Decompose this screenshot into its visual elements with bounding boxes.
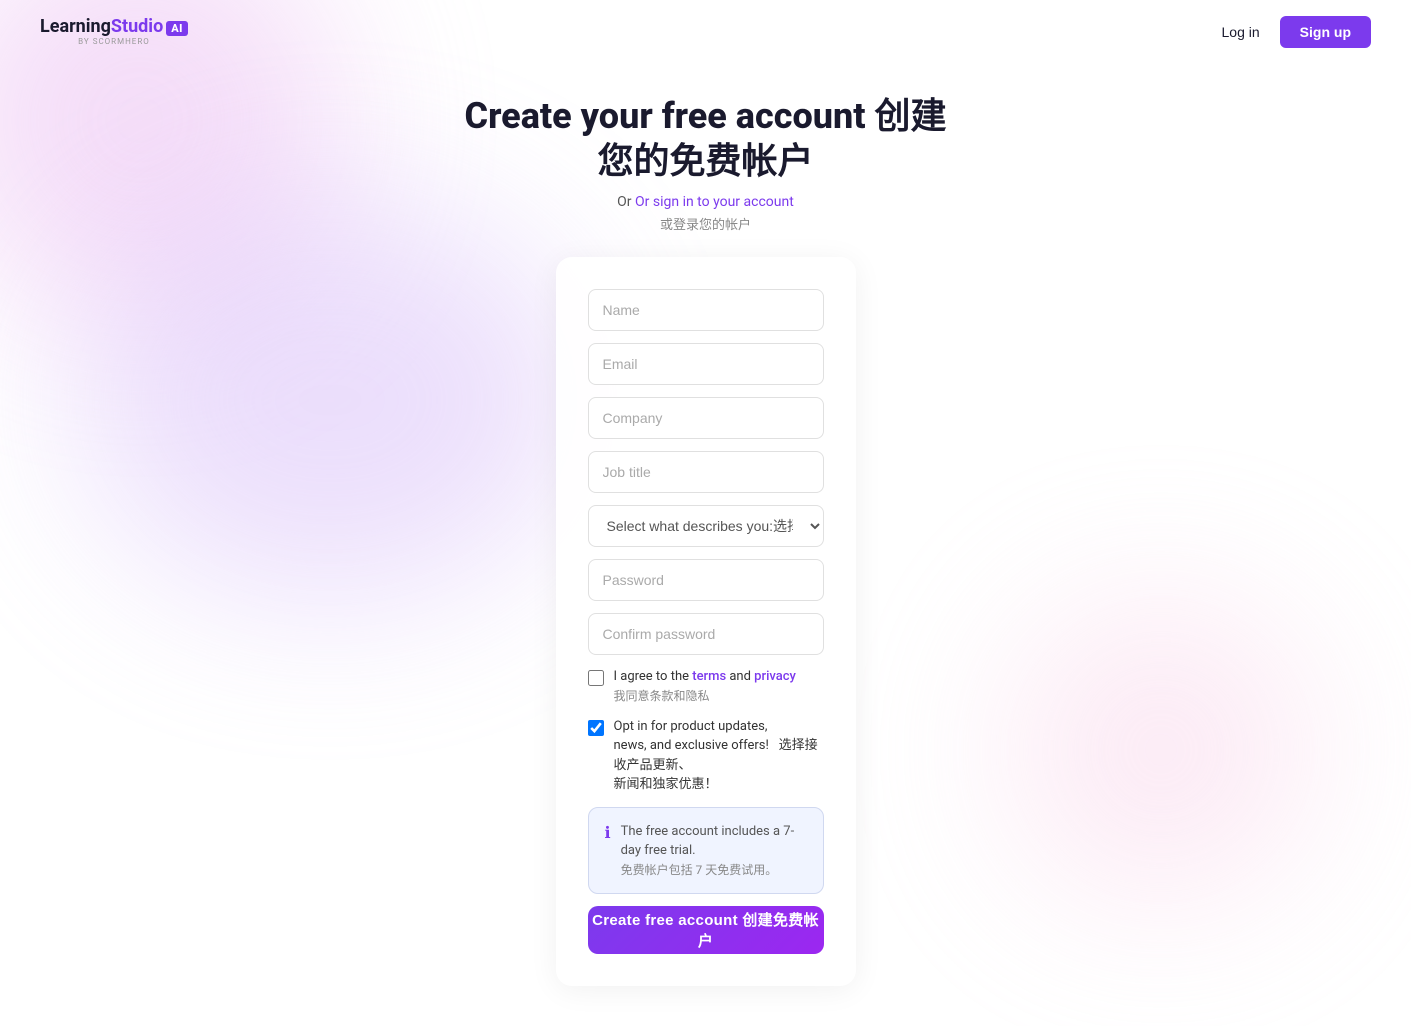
header-nav: Log in Sign up [1222, 16, 1371, 48]
main-content: Create your free account 创建 您的免费帐户 Or Or… [0, 64, 1411, 1026]
describes-you-select[interactable]: Select what describes you:选择描述您的内容 [588, 505, 824, 547]
optin-checkbox[interactable] [588, 720, 604, 736]
terms-checkbox[interactable] [588, 670, 604, 686]
terms-checkbox-row: I agree to the terms and privacy 我同意条款和隐… [588, 667, 824, 705]
logo-learning: Learning [40, 18, 111, 36]
info-text: The free account includes a 7-day free t… [621, 822, 807, 879]
logo-byline: by SCORMHERO [78, 37, 150, 46]
header: Learning Studio AI by SCORMHERO Log in S… [0, 0, 1411, 64]
company-input[interactable] [588, 397, 824, 439]
subtitle-cn: 或登录您的帐户 [660, 214, 751, 233]
logo-studio: Studio [111, 18, 163, 36]
info-box: ℹ The free account includes a 7-day free… [588, 807, 824, 894]
confirm-password-input[interactable] [588, 613, 824, 655]
optin-label[interactable]: Opt in for product updates, news, and ex… [614, 717, 824, 795]
signup-button[interactable]: Sign up [1280, 16, 1371, 48]
logo-ai: AI [166, 21, 188, 36]
logo: Learning Studio AI by SCORMHERO [40, 18, 188, 46]
password-input[interactable] [588, 559, 824, 601]
email-input[interactable] [588, 343, 824, 385]
subtitle-en: Or Or sign in to your account [617, 194, 794, 210]
privacy-link[interactable]: privacy [754, 669, 796, 684]
terms-link[interactable]: terms [692, 669, 726, 684]
login-button[interactable]: Log in [1222, 24, 1260, 40]
create-account-button[interactable]: Create free account 创建免费帐户 [588, 906, 824, 954]
job-title-input[interactable] [588, 451, 824, 493]
terms-label[interactable]: I agree to the terms and privacy 我同意条款和隐… [614, 667, 796, 705]
signin-link[interactable]: Or sign in to your account [635, 194, 794, 210]
name-input[interactable] [588, 289, 824, 331]
info-icon: ℹ [605, 823, 611, 842]
optin-checkbox-row: Opt in for product updates, news, and ex… [588, 717, 824, 795]
registration-form: Select what describes you:选择描述您的内容 I agr… [556, 257, 856, 986]
page-title: Create your free account 创建 您的免费帐户 [465, 94, 947, 184]
